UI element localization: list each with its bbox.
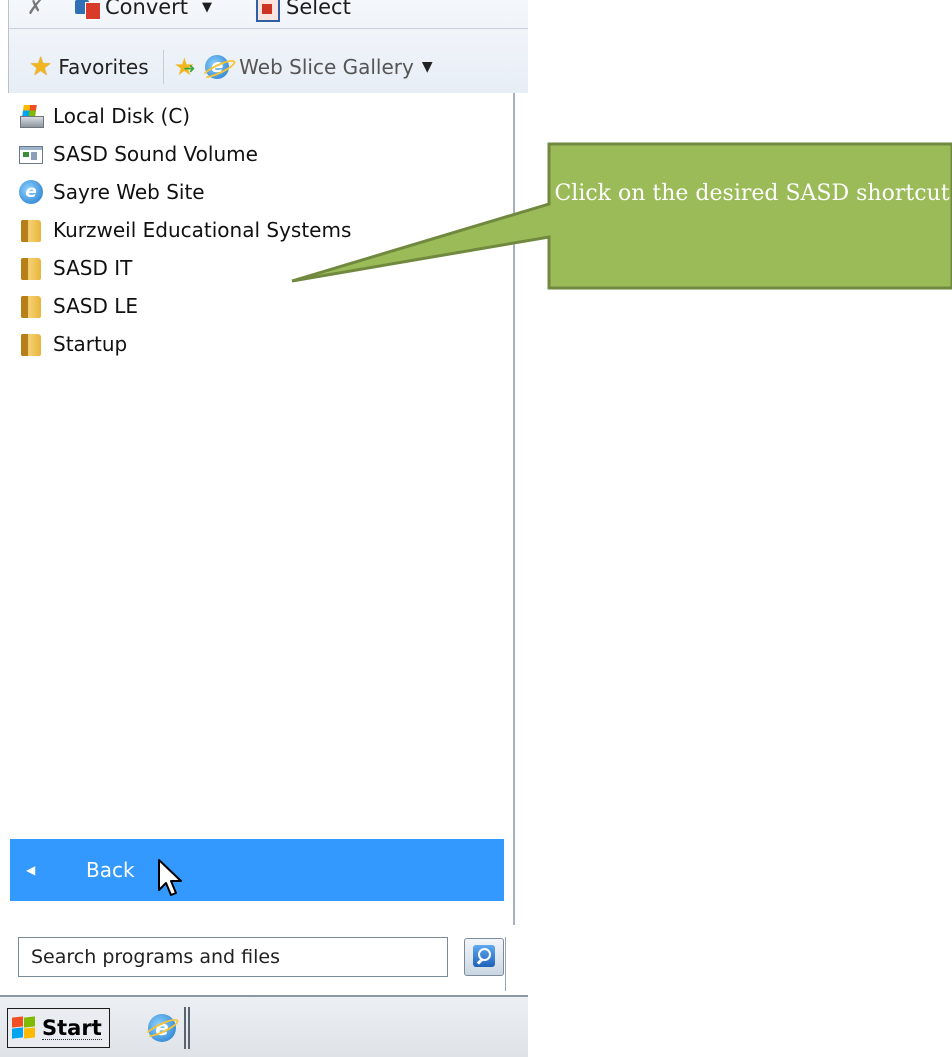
callout-balloon bbox=[291, 142, 952, 290]
callout-shape bbox=[291, 142, 952, 290]
callout-text: Click on the desired SASD shortcut bbox=[554, 181, 950, 206]
